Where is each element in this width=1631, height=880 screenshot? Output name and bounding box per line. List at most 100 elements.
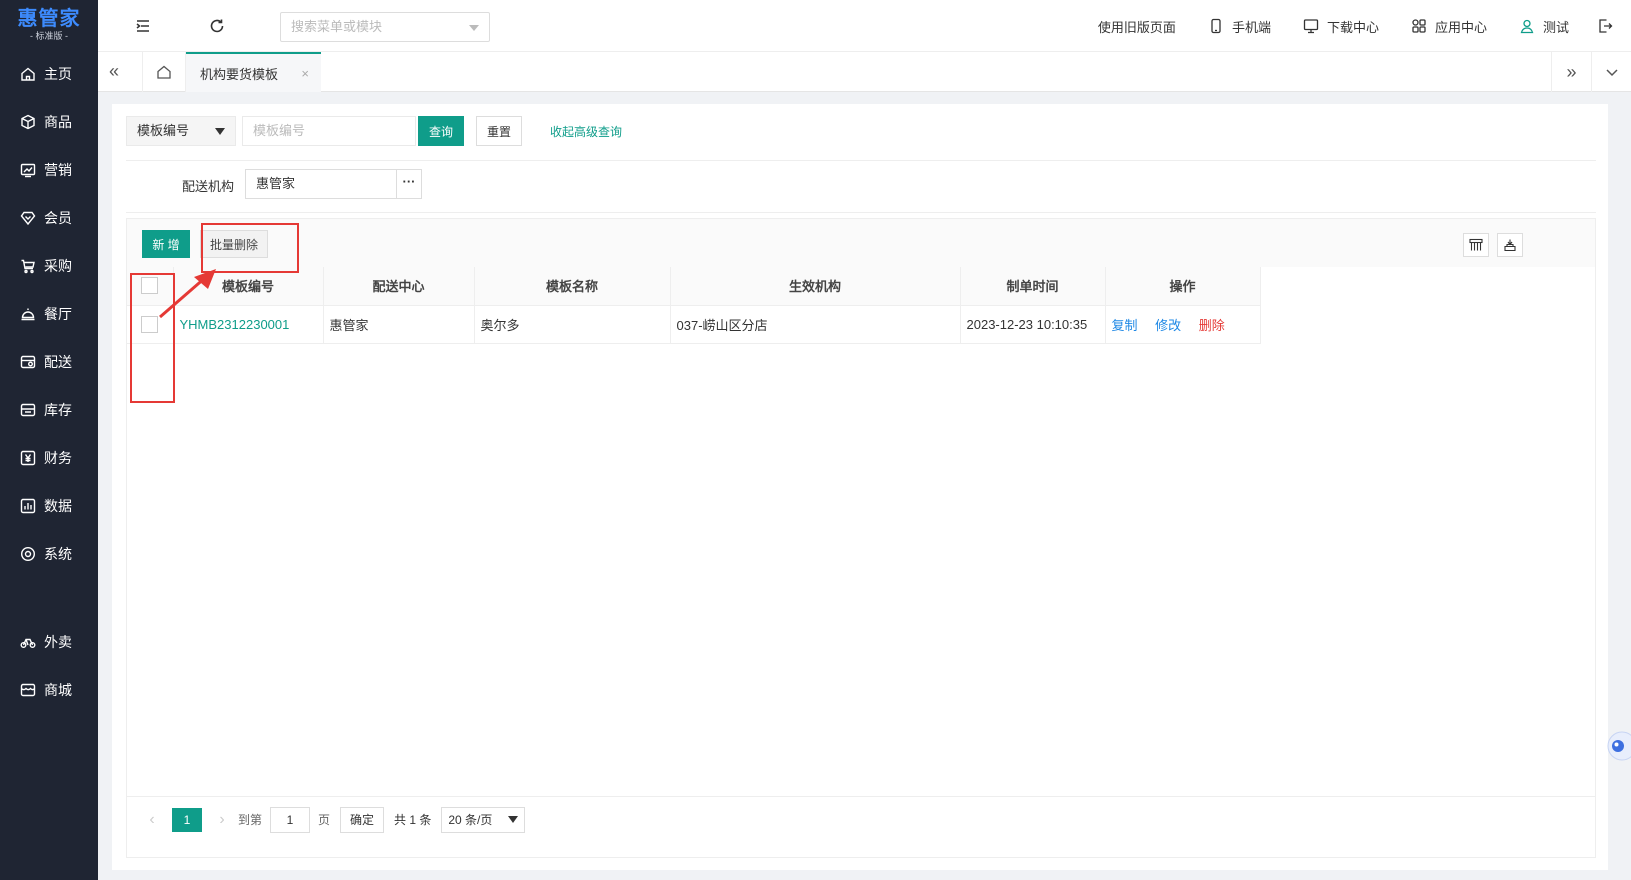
mobile-label: 手机端 <box>1231 19 1271 35</box>
home-icon <box>20 66 36 82</box>
sidebar-item-label: 配送 <box>44 354 72 370</box>
sidebar-item-label: 数据 <box>44 498 72 514</box>
add-button[interactable]: 新 增 <box>142 230 190 258</box>
logout-button[interactable] <box>1597 18 1621 34</box>
inventory-icon <box>20 402 36 418</box>
app-center-label: 应用中心 <box>1434 19 1487 35</box>
query-button[interactable]: 查询 <box>418 116 464 146</box>
user-name: 测试 <box>1542 19 1569 35</box>
sidebar-item-inventory[interactable]: 库存 <box>0 386 98 434</box>
batch-delete-button[interactable]: 批量删除 <box>200 230 268 258</box>
goto-page-input[interactable]: 1 <box>270 806 311 833</box>
top-bar: 搜索菜单或模块 使用旧版页面 手机端 下载中心 应用中心 测试 <box>98 0 1631 52</box>
sidebar-item-marketing[interactable]: 营销 <box>0 146 98 194</box>
sidebar-item-system[interactable]: 系统 <box>0 530 98 578</box>
next-page-icon[interactable]: › <box>212 811 232 829</box>
tabs-scroll-left-icon[interactable]: « <box>104 60 124 82</box>
template-table: 模板编号 配送中心 模板名称 生效机构 制单时间 操作 YHMB23122300… <box>127 267 1261 344</box>
template-code-link[interactable]: YHMB2312230001 <box>180 317 290 332</box>
sidebar-item-label: 商城 <box>44 682 72 698</box>
sidebar-item-home[interactable]: 主页 <box>0 50 98 98</box>
tabs-menu-chevron-down-icon[interactable] <box>1591 52 1631 92</box>
yuan-icon <box>20 450 36 466</box>
tabs-scroll-right-icon[interactable]: » <box>1551 52 1591 92</box>
app-center-link[interactable]: 应用中心 <box>1411 17 1487 36</box>
current-page-button[interactable]: 1 <box>172 807 202 832</box>
sidebar-item-data[interactable]: 数据 <box>0 482 98 530</box>
goto-confirm-button[interactable]: 确定 <box>340 806 385 833</box>
user-icon <box>1520 19 1534 34</box>
download-center-link[interactable]: 下载中心 <box>1303 17 1379 36</box>
cell-org: 037-崂山区分店 <box>670 305 961 344</box>
cell-name: 奥尔多 <box>474 305 671 344</box>
sidebar-item-label: 财务 <box>44 450 72 466</box>
cell-time: 2023-12-23 10:10:35 <box>960 305 1106 344</box>
tab-org-order-template[interactable]: 机构要货模板 × <box>186 52 321 92</box>
sidebar-item-delivery[interactable]: 配送 <box>0 338 98 386</box>
close-icon[interactable]: × <box>301 66 309 81</box>
template-code-input[interactable]: 模板编号 <box>242 116 416 146</box>
page-size-select[interactable]: 20 条/页 <box>441 806 526 833</box>
box-icon <box>20 114 36 130</box>
delete-link[interactable]: 删除 <box>1199 318 1225 333</box>
cell-actions: 复制 修改 删除 <box>1105 305 1261 344</box>
delivery-org-value: 惠管家 <box>256 176 296 191</box>
row-checkbox[interactable] <box>141 315 159 333</box>
sidebar-item-mall[interactable]: 商城 <box>0 666 98 714</box>
total-count: 共 1 条 <box>394 813 432 827</box>
sidebar-item-label: 库存 <box>44 402 72 418</box>
select-all-cell <box>127 267 174 306</box>
page-unit-label: 页 <box>318 813 331 827</box>
org-picker-more-button[interactable]: ··· <box>396 169 422 199</box>
prev-page-icon[interactable]: ‹ <box>142 811 162 829</box>
col-header-org: 生效机构 <box>670 267 961 306</box>
copy-link[interactable]: 复制 <box>1112 318 1138 333</box>
sidebar-item-takeout[interactable]: 外卖 <box>0 618 98 666</box>
table-row: YHMB2312230001 惠管家 奥尔多 037-崂山区分店 2023-12… <box>127 305 1261 344</box>
brand-name: 惠管家 <box>17 8 81 30</box>
pagination: ‹ 1 › 到第 1 页 确定 共 1 条 20 条/页 <box>126 796 1596 842</box>
collapse-advanced-query-link[interactable]: 收起高级查询 <box>550 123 622 140</box>
table-toolbar: 新 增 批量删除 <box>127 219 1595 267</box>
menu-search-input[interactable]: 搜索菜单或模块 <box>280 12 490 42</box>
sidebar-item-member[interactable]: 会员 <box>0 194 98 242</box>
sidebar-item-goods[interactable]: 商品 <box>0 98 98 146</box>
row-select-cell <box>127 305 174 344</box>
diamond-icon <box>20 210 36 226</box>
sidebar-item-restaurant[interactable]: 餐厅 <box>0 290 98 338</box>
reset-button[interactable]: 重置 <box>476 116 522 146</box>
sidebar-item-label: 商品 <box>44 114 72 130</box>
col-header-code: 模板编号 <box>173 267 324 306</box>
download-center-label: 下载中心 <box>1326 19 1379 35</box>
col-header-time: 制单时间 <box>960 267 1106 306</box>
old-version-link[interactable]: 使用旧版页面 <box>1098 17 1176 36</box>
sidebar-item-purchase[interactable]: 采购 <box>0 242 98 290</box>
export-icon[interactable] <box>1497 233 1523 257</box>
select-all-checkbox[interactable] <box>141 277 159 295</box>
caret-down-icon <box>215 128 225 135</box>
brand-logo[interactable]: 惠管家 - 标准版 - <box>0 0 98 50</box>
caret-down-icon <box>508 815 519 823</box>
refresh-icon[interactable] <box>208 17 226 35</box>
tab-home[interactable] <box>142 52 186 92</box>
column-settings-icon[interactable] <box>1463 233 1489 257</box>
menu-search-placeholder: 搜索菜单或模块 <box>291 19 383 34</box>
result-panel: 新 增 批量删除 模板编号 配送中心 模板名称 生效机构 制单时间 操作 YHM… <box>126 218 1596 858</box>
delivery-org-input[interactable]: 惠管家 <box>245 169 397 199</box>
apps-icon <box>1412 19 1426 33</box>
table-header-row: 模板编号 配送中心 模板名称 生效机构 制单时间 操作 <box>127 267 1261 306</box>
sidebar-item-label: 系统 <box>44 546 72 562</box>
sidebar-item-finance[interactable]: 财务 <box>0 434 98 482</box>
page-size-value: 20 条/页 <box>448 812 493 827</box>
query-type-select[interactable]: 模板编号 <box>126 116 236 146</box>
sidebar-item-label: 餐厅 <box>44 306 72 322</box>
edit-link[interactable]: 修改 <box>1155 318 1181 333</box>
top-links: 使用旧版页面 手机端 下载中心 应用中心 测试 <box>1066 0 1621 52</box>
user-menu[interactable]: 测试 <box>1519 17 1569 36</box>
cell-center: 惠管家 <box>323 305 475 344</box>
phone-icon <box>1211 18 1221 34</box>
mobile-link[interactable]: 手机端 <box>1208 17 1271 36</box>
menu-fold-icon[interactable] <box>134 17 152 35</box>
floating-assistant-button[interactable] <box>1602 728 1631 764</box>
